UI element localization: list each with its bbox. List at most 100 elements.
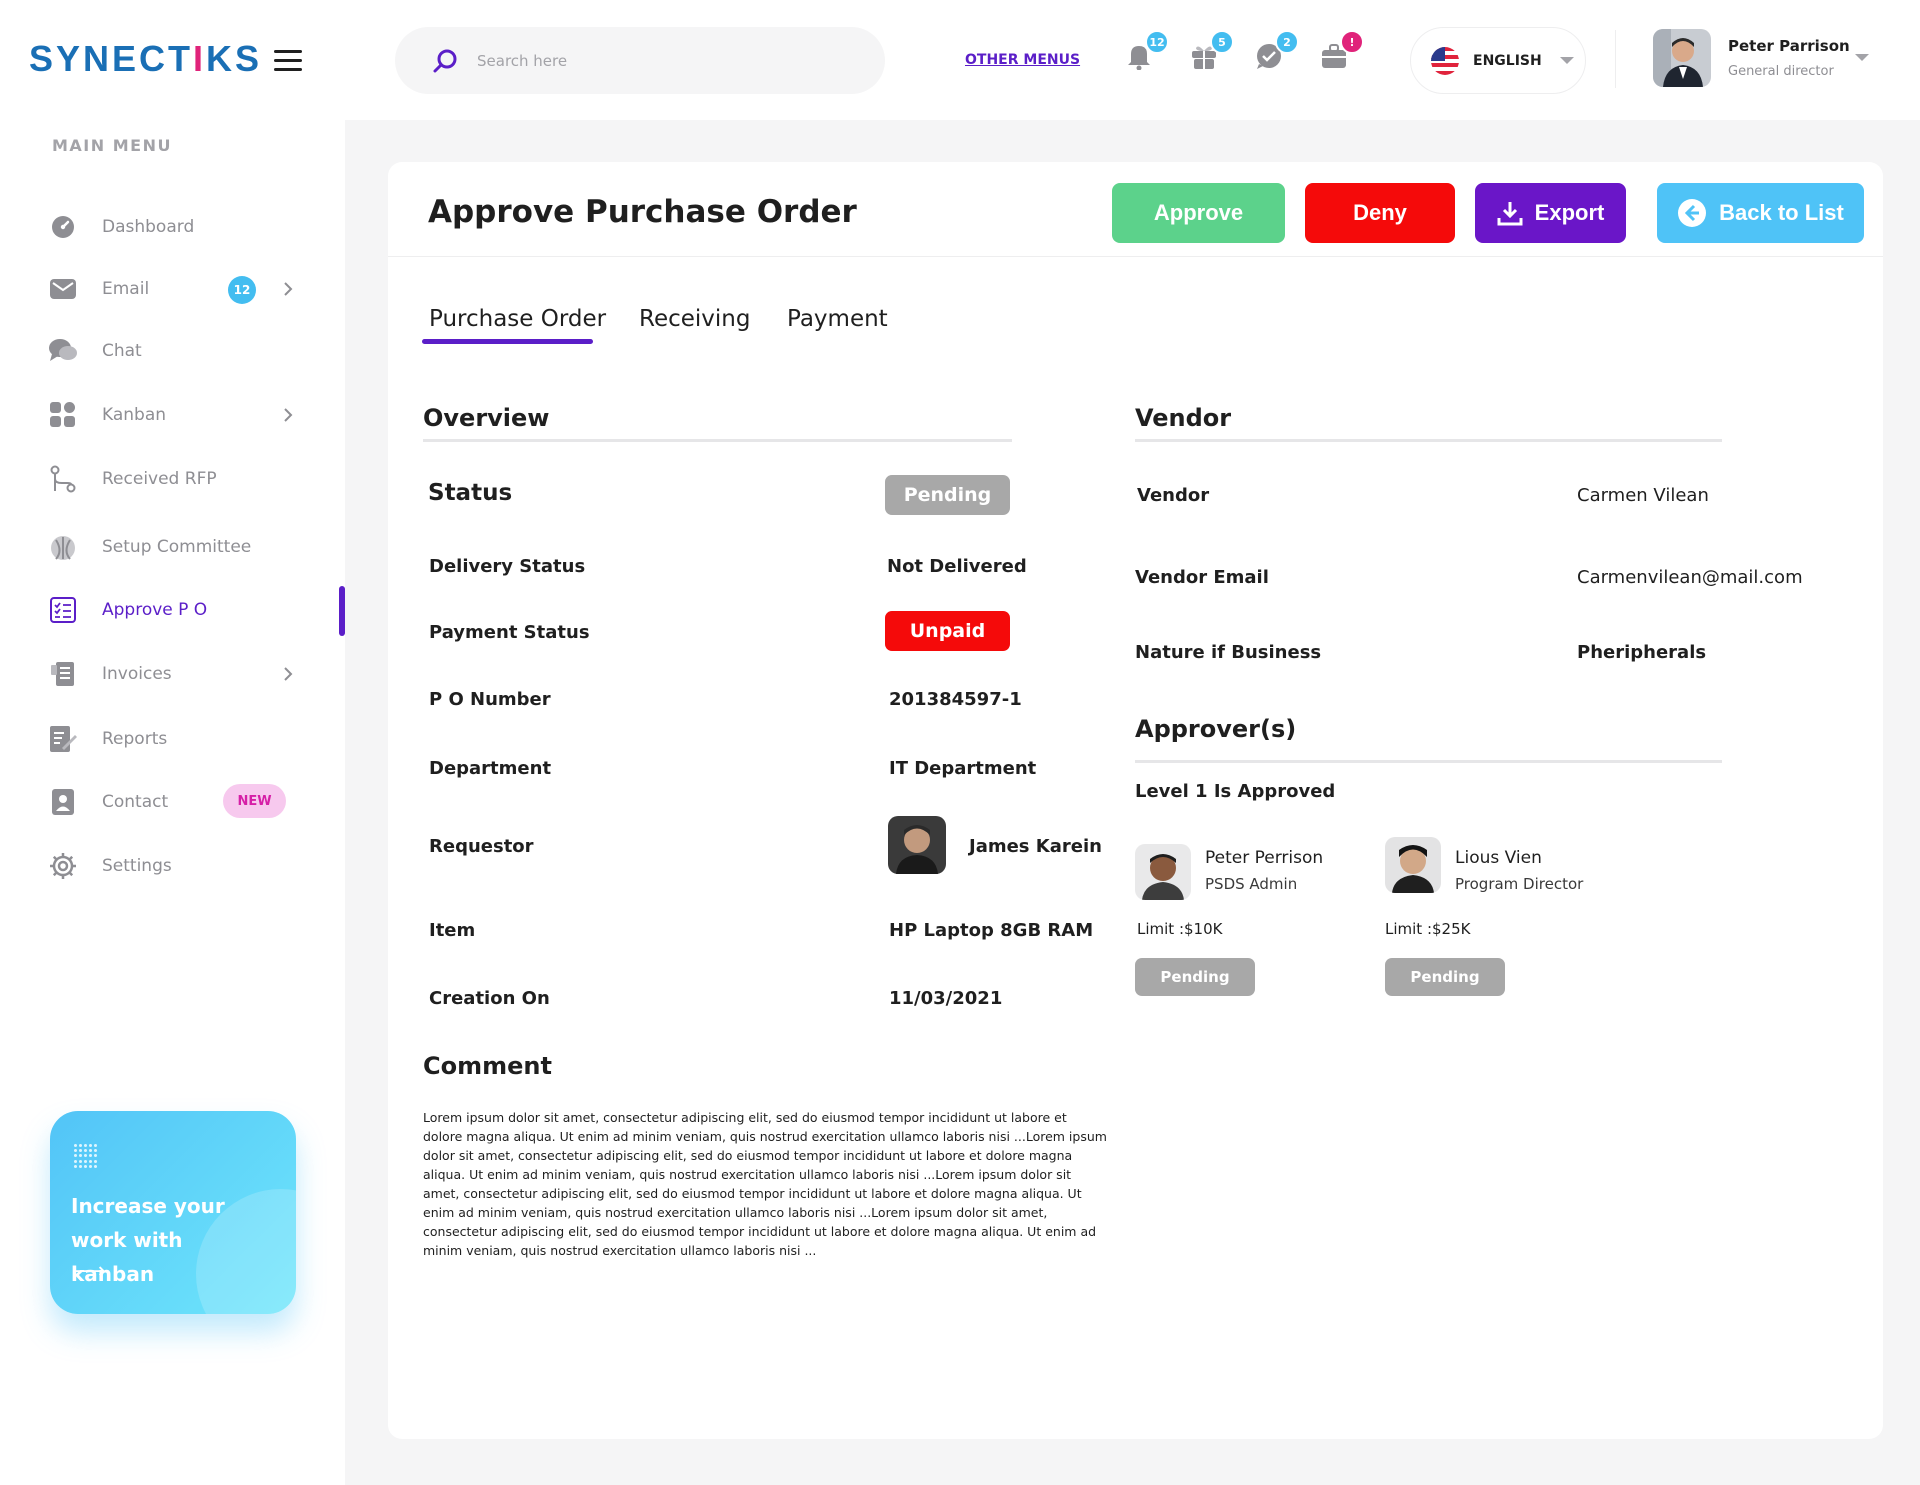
hamburger-menu-icon[interactable] [274, 50, 302, 72]
caret-down-icon[interactable] [1855, 54, 1869, 61]
vendor-divider [1135, 439, 1722, 442]
language-label: ENGLISH [1473, 52, 1542, 69]
approver-role: PSDS Admin [1205, 875, 1298, 893]
requestor-name: James Karein [969, 836, 1102, 857]
active-tab-indicator [422, 339, 593, 344]
creation-on-label: Creation On [429, 988, 550, 1009]
chevron-right-icon[interactable] [278, 664, 298, 684]
comment-title: Comment [423, 1052, 552, 1080]
approvers-divider [1135, 760, 1722, 763]
creation-on-value: 11/03/2021 [889, 988, 1003, 1009]
approver-limit: Limit :$10K [1137, 920, 1223, 938]
bell-count-badge: 12 [1145, 30, 1169, 54]
sidebar-item-label: Dashboard [102, 217, 195, 237]
sidebar-item-chat[interactable]: Chat [48, 331, 298, 371]
requestor-avatar [888, 816, 946, 874]
po-number-label: P O Number [429, 689, 551, 710]
sidebar-item-email[interactable]: Email 12 [48, 269, 298, 309]
nature-of-business-label: Nature if Business [1135, 642, 1322, 663]
contact-icon [48, 787, 78, 817]
status-label: Status [428, 480, 513, 506]
notifications-bell[interactable]: 12 [1125, 30, 1169, 71]
sidebar-item-label: Email [102, 279, 150, 299]
chevron-right-icon[interactable] [278, 405, 298, 425]
sidebar-item-invoices[interactable]: Invoices [48, 654, 298, 694]
arrow-left-circle-icon [1678, 199, 1707, 227]
search-icon [433, 49, 457, 72]
sidebar-item-setup-committee[interactable]: Setup Committee [48, 527, 298, 567]
main-menu-title: MAIN MENU [52, 136, 172, 155]
overview-divider [423, 439, 1012, 442]
approver-status-badge: Pending [1135, 958, 1255, 996]
sidebar-item-reports[interactable]: Reports [48, 719, 298, 759]
divider [1615, 30, 1616, 88]
sidebar-item-settings[interactable]: Settings [48, 846, 298, 886]
po-number-value: 201384597-1 [889, 689, 1022, 710]
vendor-email-value: Carmenvilean@mail.com [1577, 567, 1803, 588]
department-value: IT Department [889, 758, 1037, 779]
gifts-button[interactable]: 5 [1190, 30, 1234, 70]
sidebar-item-label: Invoices [102, 664, 172, 684]
vendor-title: Vendor [1135, 404, 1232, 432]
brand-logo[interactable]: SYNECTIKS [29, 38, 262, 80]
payment-status-label: Payment Status [429, 622, 590, 643]
payment-status-badge: Unpaid [885, 611, 1010, 651]
page-title: Approve Purchase Order [428, 194, 857, 230]
tab-purchase-order[interactable]: Purchase Order [429, 306, 606, 332]
other-menus-link[interactable]: OTHER MENUS [965, 52, 1080, 68]
kanban-icon [48, 400, 78, 430]
user-role: General director [1728, 64, 1834, 79]
status-badge: Pending [885, 475, 1010, 515]
caret-down-icon [1559, 57, 1574, 64]
chevron-right-icon[interactable] [278, 279, 298, 299]
sidebar-item-kanban[interactable]: Kanban [48, 395, 298, 435]
checklist-icon [48, 595, 78, 625]
invoices-icon [48, 659, 78, 689]
delivery-status-value: Not Delivered [887, 556, 1027, 577]
vendor-email-label: Vendor Email [1135, 567, 1269, 588]
search-input[interactable] [477, 51, 857, 70]
approver-name: Lious Vien [1455, 848, 1542, 868]
active-indicator [339, 586, 345, 636]
git-branch-icon [48, 464, 78, 494]
department-label: Department [429, 758, 552, 779]
sidebar-item-label: Received RFP [102, 469, 217, 489]
overview-title: Overview [423, 404, 550, 432]
sidebar-item-approve-po[interactable]: Approve P O [48, 590, 298, 630]
sidebar-item-label: Contact [102, 792, 169, 812]
briefcase-button[interactable]: ! [1320, 30, 1364, 70]
email-count-badge: 12 [228, 276, 256, 304]
us-flag-icon [1431, 46, 1459, 75]
language-selector[interactable]: ENGLISH [1410, 27, 1586, 94]
sidebar-item-label: Kanban [102, 405, 167, 425]
sidebar-item-dashboard[interactable]: Dashboard [48, 207, 298, 247]
main-card: Approve Purchase Order Approve Deny Expo… [388, 162, 1883, 1439]
download-icon [1497, 202, 1523, 226]
tab-payment[interactable]: Payment [787, 306, 888, 332]
sidebar: SYNECTIKS MAIN MENU Dashboard Email 12 C… [0, 0, 345, 1485]
item-value: HP Laptop 8GB RAM [889, 920, 1094, 941]
search-bar[interactable] [395, 27, 885, 94]
tab-receiving[interactable]: Receiving [639, 306, 750, 332]
email-icon [48, 274, 78, 304]
user-avatar[interactable] [1653, 29, 1711, 87]
sidebar-item-contact[interactable]: Contact NEW [48, 782, 298, 822]
kanban-promo-card[interactable]: Increase your work with kanban ⟶ [50, 1111, 296, 1314]
reports-icon [48, 724, 78, 754]
sidebar-item-label: Settings [102, 856, 172, 876]
back-to-list-button[interactable]: Back to List [1657, 183, 1864, 243]
topbar: OTHER MENUS 12 5 2 ! ENGLISH Peter Parri… [345, 0, 1920, 120]
sidebar-item-received-rfp[interactable]: Received RFP [48, 459, 298, 499]
arrow-right-icon[interactable]: ⟶ [74, 1259, 106, 1284]
approver-avatar [1135, 844, 1191, 900]
gift-count-badge: 5 [1210, 30, 1234, 54]
user-name: Peter Parrison [1728, 37, 1850, 55]
deny-button[interactable]: Deny [1305, 183, 1455, 243]
approve-button[interactable]: Approve [1112, 183, 1285, 243]
messages-count-badge: 2 [1275, 30, 1299, 54]
sidebar-item-label: Chat [102, 341, 142, 361]
export-button[interactable]: Export [1475, 183, 1626, 243]
dots-icon [74, 1144, 98, 1168]
messages-button[interactable]: 2 [1255, 30, 1299, 70]
requestor-label: Requestor [429, 836, 534, 857]
